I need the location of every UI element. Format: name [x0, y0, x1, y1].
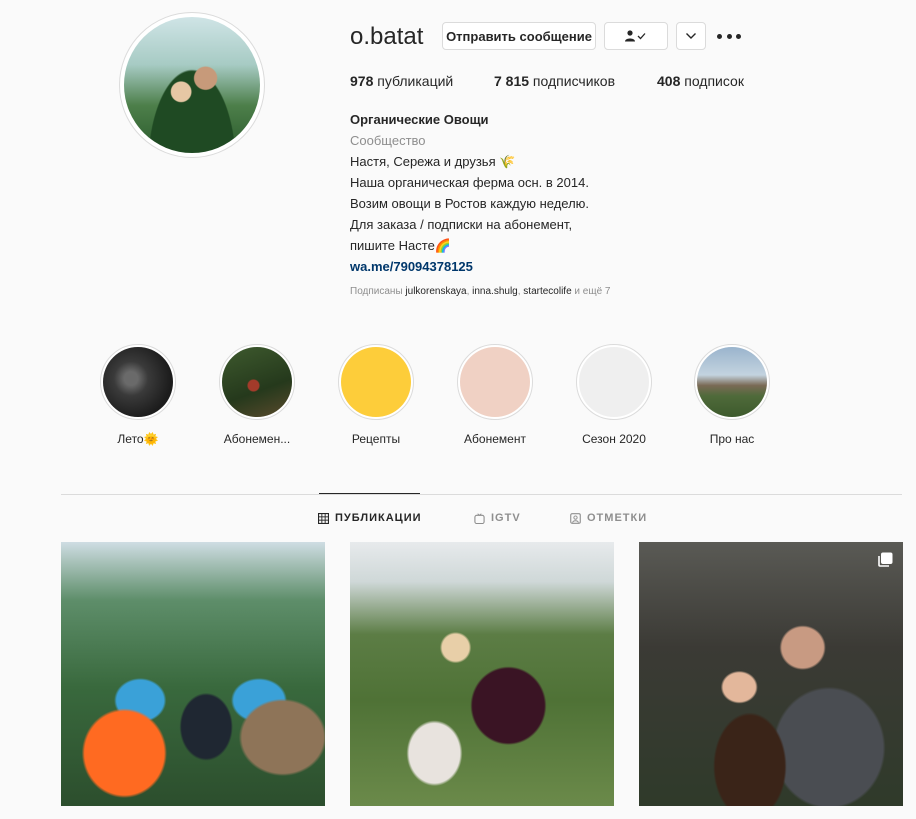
followed-by-account[interactable]: inna.shulg: [472, 286, 518, 297]
tab-label: ПУБЛИКАЦИИ: [335, 512, 422, 524]
bio-line: Для заказа / подписки на абонемент,: [350, 217, 573, 232]
highlight-ring[interactable]: [457, 344, 533, 420]
highlight-item[interactable]: Про нас: [682, 344, 782, 446]
bio-line: Настя, Сережа и друзья 🌾: [350, 154, 516, 169]
highlight-label: Абонемент: [464, 432, 526, 446]
active-tab-indicator: [319, 493, 420, 494]
grid-icon: [318, 512, 329, 524]
highlight-label: Сезон 2020: [582, 432, 646, 446]
highlight-item[interactable]: Абонемент: [445, 344, 545, 446]
highlight-cover: [341, 347, 411, 417]
user-check-icon: [625, 30, 646, 42]
highlight-label: Про нас: [709, 432, 755, 446]
tab-label: ОТМЕТКИ: [587, 512, 648, 524]
profile-username: o.batat: [350, 23, 424, 50]
highlight-item[interactable]: Лето🌞: [88, 344, 188, 446]
highlight-label: Рецепты: [351, 432, 401, 446]
highlight-cover: [222, 347, 292, 417]
post-thumbnail[interactable]: [61, 542, 325, 806]
posts-count: 978 публикаций: [350, 73, 454, 89]
bio-line: Возим овощи в Ростов каждую неделю.: [350, 196, 590, 211]
highlight-cover: [103, 347, 173, 417]
highlight-ring[interactable]: [338, 344, 414, 420]
tabs-divider: [61, 494, 902, 495]
followed-by-account[interactable]: julkorenskaya: [405, 286, 466, 297]
highlight-ring[interactable]: [694, 344, 770, 420]
highlight-label: Абонемен...: [223, 432, 291, 446]
highlight-ring[interactable]: [219, 344, 295, 420]
igtv-icon: [474, 512, 485, 524]
following-count[interactable]: 408 подписок: [657, 73, 744, 89]
profile-full-name: Органические Овощи: [350, 112, 489, 127]
bio-line: пишите Насте🌈: [350, 238, 451, 253]
highlight-ring[interactable]: [100, 344, 176, 420]
profile-bio: Органические Овощи Сообщество Настя, Сер…: [350, 109, 730, 277]
suggested-dropdown-button[interactable]: [676, 22, 706, 50]
following-button[interactable]: [604, 22, 668, 50]
followers-count[interactable]: 7 815 подписчиков: [494, 73, 615, 89]
profile-avatar-ring[interactable]: [119, 12, 265, 158]
highlight-cover: [579, 347, 649, 417]
chevron-down-icon: [686, 33, 696, 39]
highlight-item[interactable]: Сезон 2020: [564, 344, 664, 446]
post-thumbnail[interactable]: [350, 542, 614, 806]
tab-publications[interactable]: ПУБЛИКАЦИИ: [318, 512, 422, 524]
bio-line: Наша органическая ферма осн. в 2014.: [350, 175, 589, 190]
highlight-label: Лето🌞: [117, 432, 159, 446]
more-dots-icon[interactable]: [717, 29, 741, 43]
followed-by-account[interactable]: startecolife: [523, 286, 571, 297]
followed-by[interactable]: Подписаны julkorenskaya, inna.shulg, sta…: [350, 286, 611, 297]
highlight-cover: [697, 347, 767, 417]
highlight-item[interactable]: Абонемен...: [207, 344, 307, 446]
post-thumbnail[interactable]: [639, 542, 903, 806]
tag-icon: [570, 512, 581, 524]
profile-category: Сообщество: [350, 133, 426, 148]
send-message-button[interactable]: Отправить сообщение: [442, 22, 596, 50]
bio-link[interactable]: wa.me/79094378125: [350, 259, 473, 274]
highlight-ring[interactable]: [576, 344, 652, 420]
tab-label: IGTV: [491, 512, 521, 524]
tab-tagged[interactable]: ОТМЕТКИ: [570, 512, 647, 524]
carousel-icon: [878, 552, 893, 567]
highlight-item[interactable]: Рецепты: [326, 344, 426, 446]
tab-igtv[interactable]: IGTV: [474, 512, 521, 524]
profile-avatar[interactable]: [124, 17, 260, 153]
highlight-cover: [460, 347, 530, 417]
